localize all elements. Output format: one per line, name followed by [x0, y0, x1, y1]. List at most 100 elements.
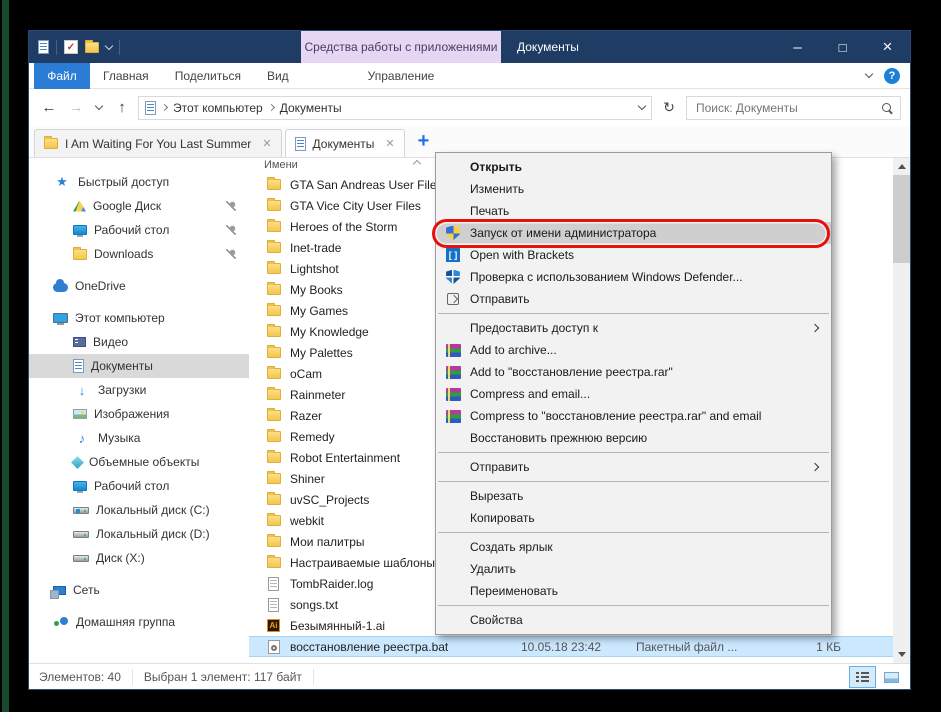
menu-item[interactable]: Отправить	[436, 288, 831, 310]
menu-item[interactable]	[438, 481, 829, 482]
properties-check-icon[interactable]	[64, 40, 78, 54]
sidebar-item[interactable]: Downloads	[29, 242, 249, 266]
menu-item[interactable]: Предоставить доступ к	[436, 317, 831, 339]
scrollbar-thumb[interactable]	[893, 175, 910, 263]
menu-item[interactable]: Вырезать	[436, 485, 831, 507]
sidebar-item[interactable]: Документы	[29, 354, 249, 378]
folder-tab-1[interactable]: I Am Waiting For You Last Summer ✕	[34, 129, 282, 157]
sidebar-item-label: Локальный диск (C:)	[96, 503, 210, 517]
sidebar-item[interactable]: Google Диск	[29, 194, 249, 218]
search-icon[interactable]	[881, 102, 893, 114]
collapse-ribbon-chevron-icon[interactable]	[865, 70, 873, 78]
menu-item[interactable]: Проверка с использованием Windows Defend…	[436, 266, 831, 288]
sidebar-item[interactable]: Локальный диск (D:)	[29, 522, 249, 546]
qat-chevron-down-icon[interactable]	[105, 41, 113, 49]
column-header-name[interactable]: Имени	[264, 159, 298, 171]
tab-share[interactable]: Поделиться	[162, 63, 254, 89]
toolbar-divider	[56, 40, 57, 55]
new-folder-icon[interactable]	[85, 42, 99, 53]
tab-home[interactable]: Главная	[90, 63, 162, 89]
sidebar-item[interactable]: Объемные объекты	[29, 450, 249, 474]
recent-locations-chevron-icon[interactable]	[92, 106, 106, 109]
sidebar-item[interactable]: Домашняя группа	[29, 610, 249, 634]
sidebar-item[interactable]: Загрузки	[29, 378, 249, 402]
breadcrumb-current[interactable]: Документы	[280, 101, 342, 115]
sidebar-item[interactable]: Изображения	[29, 402, 249, 426]
sidebar-item-icon	[73, 383, 91, 398]
up-button[interactable]: ↑	[111, 99, 133, 116]
scroll-down-icon[interactable]	[898, 652, 906, 657]
maximize-button[interactable]	[820, 31, 865, 63]
selected-file-row[interactable]: восстановление реестра.bat 10.05.18 23:4…	[249, 636, 893, 657]
menu-item-label: Предоставить доступ к	[470, 321, 598, 335]
menu-item[interactable]: Восстановить прежнюю версию	[436, 427, 831, 449]
back-button[interactable]: ←	[38, 99, 60, 116]
menu-item[interactable]: Открыть	[436, 156, 831, 178]
menu-item[interactable]: Add to "восстановление реестра.rar"	[436, 361, 831, 383]
file-name: Безымянный-1.ai	[290, 619, 385, 633]
help-icon[interactable]	[884, 68, 900, 84]
menu-item[interactable]: Создать ярлык	[436, 536, 831, 558]
menu-item[interactable]: Свойства	[436, 609, 831, 631]
file-icon	[266, 242, 281, 253]
menu-item[interactable]: Переименовать	[436, 580, 831, 602]
explorer-document-icon[interactable]	[38, 40, 49, 54]
menu-item-label: Open with Brackets	[470, 248, 574, 262]
menu-item[interactable]: Запуск от имени администратора	[436, 222, 831, 244]
menu-item[interactable]	[438, 605, 829, 606]
tab-file[interactable]: Файл	[34, 63, 90, 89]
menu-item-label: Печать	[470, 204, 509, 218]
menu-item[interactable]: Compress and email...	[436, 383, 831, 405]
menu-item[interactable]: Печать	[436, 200, 831, 222]
tab-view[interactable]: Вид	[254, 63, 302, 89]
sidebar-item[interactable]: Диск (X:)	[29, 546, 249, 570]
search-input[interactable]	[694, 100, 881, 116]
sidebar-item[interactable]: Сеть	[29, 578, 249, 602]
sidebar-item-icon	[73, 507, 89, 514]
sidebar-item[interactable]: Видео	[29, 330, 249, 354]
sidebar-item[interactable]: Рабочий стол	[29, 474, 249, 498]
scroll-up-icon[interactable]	[898, 164, 906, 169]
vertical-scrollbar[interactable]	[893, 158, 910, 663]
menu-item[interactable]: Удалить	[436, 558, 831, 580]
refresh-icon[interactable]	[657, 99, 681, 117]
breadcrumb[interactable]: Этот компьютер Документы	[138, 96, 652, 120]
sidebar-item-label: Видео	[93, 335, 128, 349]
folder-tab-2-active[interactable]: Документы ✕	[285, 129, 405, 157]
minimize-button[interactable]	[775, 31, 820, 63]
sidebar-item-icon	[73, 225, 87, 235]
menu-item[interactable]	[438, 313, 829, 314]
menu-item[interactable]: Compress to "восстановление реестра.rar"…	[436, 405, 831, 427]
menu-item[interactable]: Отправить	[436, 456, 831, 478]
quick-access-toolbar	[29, 40, 120, 55]
address-dropdown-chevron-icon[interactable]	[638, 102, 646, 110]
sidebar-item[interactable]: Этот компьютер	[29, 306, 249, 330]
breadcrumb-separator-icon	[268, 104, 275, 111]
new-tab-button[interactable]: +	[408, 130, 440, 153]
close-tab-icon[interactable]: ✕	[262, 137, 271, 150]
details-view-button[interactable]	[849, 666, 876, 688]
menu-item[interactable]: Open with Brackets	[436, 244, 831, 266]
menu-item[interactable]	[438, 532, 829, 533]
sidebar-item[interactable]: Музыка	[29, 426, 249, 450]
thumbnails-view-button[interactable]	[878, 666, 905, 688]
tab-manage[interactable]: Управление	[301, 63, 501, 89]
sidebar-item[interactable]: Локальный диск (C:)	[29, 498, 249, 522]
menu-item[interactable]	[438, 452, 829, 453]
sidebar-item[interactable]: OneDrive	[29, 274, 249, 298]
forward-button[interactable]: →	[65, 99, 87, 116]
menu-item-icon	[444, 226, 462, 241]
file-icon	[266, 598, 281, 612]
close-tab-icon[interactable]: ✕	[385, 137, 394, 150]
close-button[interactable]	[865, 31, 910, 63]
menu-item[interactable]: Add to archive...	[436, 339, 831, 361]
menu-item[interactable]: Копировать	[436, 507, 831, 529]
file-type: Пакетный файл ...	[636, 640, 737, 654]
sidebar-item-label: Быстрый доступ	[78, 175, 169, 189]
menu-item[interactable]: Изменить	[436, 178, 831, 200]
sidebar-item[interactable]: Быстрый доступ	[29, 170, 249, 194]
sidebar-item[interactable]: Рабочий стол	[29, 218, 249, 242]
address-bar: ← → ↑ Этот компьютер Документы	[29, 89, 910, 126]
breadcrumb-root[interactable]: Этот компьютер	[173, 101, 263, 115]
file-name: Rainmeter	[290, 388, 345, 402]
